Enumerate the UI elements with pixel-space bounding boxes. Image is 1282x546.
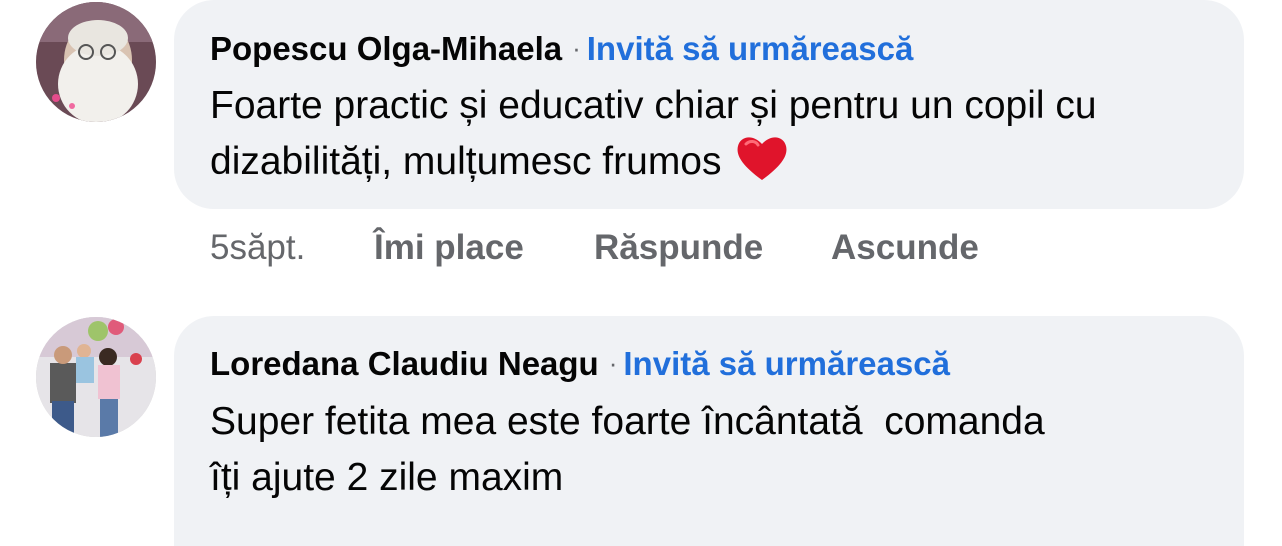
comment-body: Foarte practic și educativ chiar și pent… <box>210 84 1097 183</box>
comment-body-line: Super fetita mea este foarte încântată c… <box>210 400 1045 443</box>
separator-dot: · <box>608 348 618 378</box>
invite-follow-link[interactable]: Invită să urmărească <box>623 345 950 382</box>
hide-button[interactable]: Ascunde <box>831 226 979 270</box>
avatar-image <box>36 2 156 122</box>
comment-body-line: îți ajute 2 zile maxim <box>210 456 564 499</box>
red-heart-emoji-icon <box>737 137 786 180</box>
comment-header: Loredana Claudiu Neagu · Invită să urmărea… <box>210 343 950 384</box>
invite-follow-link[interactable]: Invită să urmărească <box>587 30 914 67</box>
comment-text: Super fetita mea este foarte încântată c… <box>210 394 1220 506</box>
comment-header: Popescu Olga-Mihaela · Invită să urmăreasc… <box>210 28 913 69</box>
avatar-image <box>36 317 156 437</box>
like-button[interactable]: Îmi place <box>374 226 524 270</box>
separator-dot: · <box>572 33 581 63</box>
author-name[interactable]: Popescu Olga-Mihaela <box>210 30 562 67</box>
author-name[interactable]: Loredana Claudiu Neagu <box>210 345 599 382</box>
comment-text: Foarte practic și educativ chiar și pent… <box>210 78 1220 190</box>
comment-bubble: Popescu Olga-Mihaela · Invită să urmăreasc… <box>174 0 1244 209</box>
avatar[interactable] <box>36 317 156 437</box>
comment-timestamp[interactable]: 5săpt. <box>210 226 305 270</box>
avatar[interactable] <box>36 2 156 122</box>
reply-button[interactable]: Răspunde <box>594 226 763 270</box>
comment-bubble: Loredana Claudiu Neagu · Invită să urmărea… <box>174 316 1244 546</box>
